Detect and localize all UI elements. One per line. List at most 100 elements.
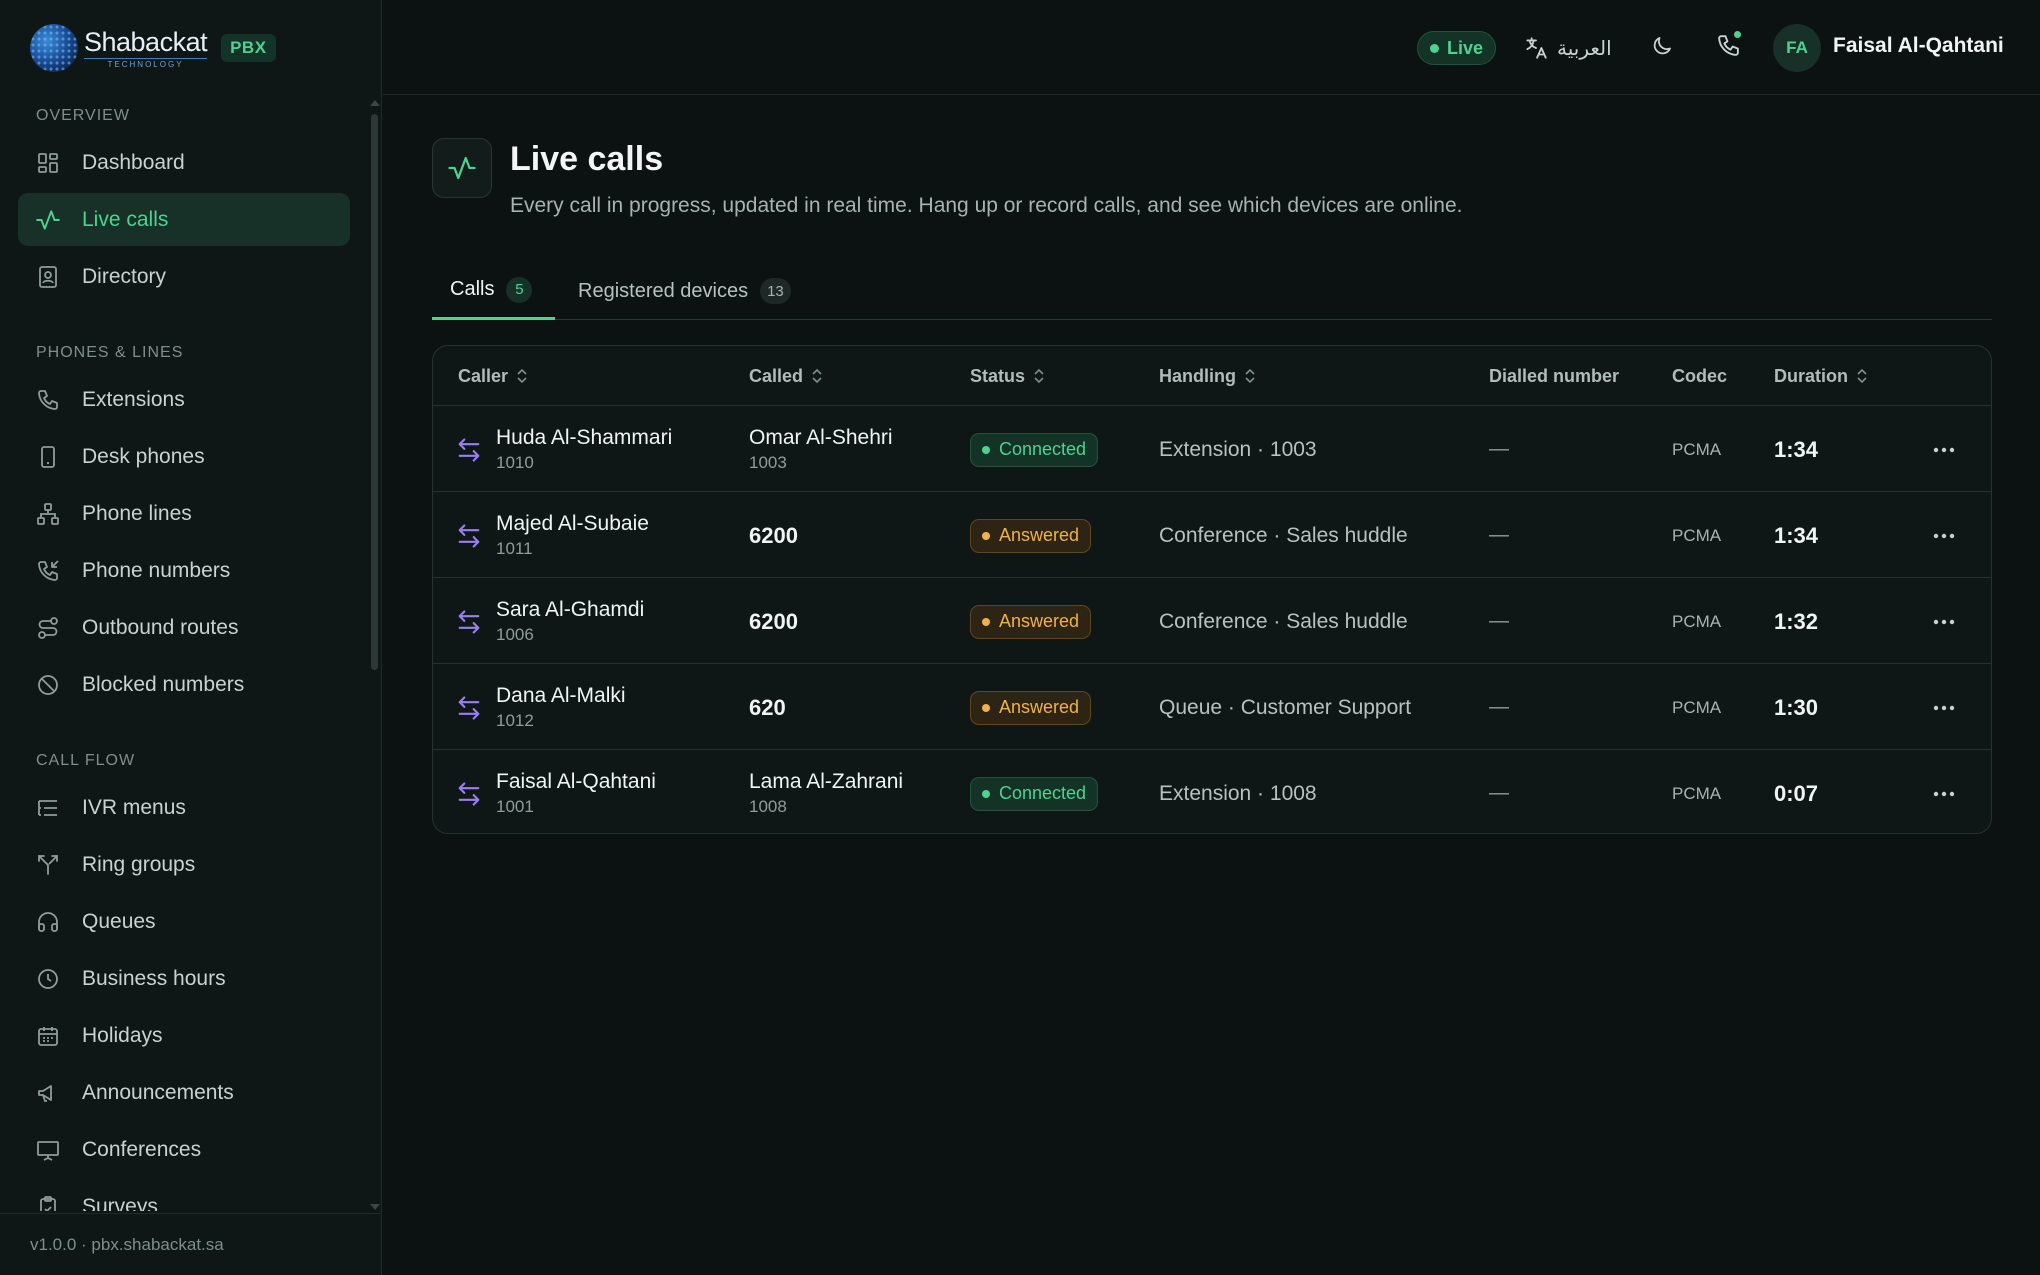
caller-name: Dana Al-Malki	[496, 684, 626, 707]
column-header-status[interactable]: Status	[970, 346, 1045, 406]
live-label: Live	[1447, 37, 1484, 58]
softphone-button[interactable]	[1713, 29, 1743, 63]
handling-text: Conference · Sales huddle	[1159, 523, 1408, 547]
codec-value: PCMA	[1672, 525, 1722, 545]
brand-name: Shabackat	[84, 26, 208, 57]
caller-extension: 1006	[496, 625, 534, 644]
more-actions-icon[interactable]	[1929, 607, 1959, 637]
more-actions-icon[interactable]	[1929, 779, 1959, 809]
nav-section-title: PHONES & LINES	[36, 344, 184, 361]
tab-label: Calls	[450, 278, 495, 300]
status-label: Answered	[999, 697, 1080, 717]
page-activity-icon	[432, 138, 492, 198]
sidebar-scrollbar[interactable]	[370, 100, 380, 1210]
device-icon	[34, 443, 62, 471]
sidebar: Shabackat TECHNOLOGY PBX OVERVIEW Dashbo…	[0, 0, 382, 1275]
table-row[interactable]: Sara Al-Ghamdi 1006 6200 Answered Confer…	[433, 579, 1991, 664]
table-row[interactable]: Faisal Al-Qahtani 1001 Lama Al-Zahrani 1…	[433, 751, 1991, 833]
headphones-icon	[34, 908, 62, 936]
caller-extension: 1010	[496, 453, 534, 472]
sort-icon	[1033, 367, 1045, 385]
called-extension: 1008	[749, 797, 787, 816]
sidebar-item-outbound-routes[interactable]: Outbound routes	[18, 601, 350, 654]
handling-text: Queue · Customer Support	[1159, 695, 1412, 719]
sidebar-item-desk-phones[interactable]: Desk phones	[18, 430, 350, 483]
status-badge: Answered	[970, 604, 1092, 639]
scroll-down-arrow-icon[interactable]	[370, 1204, 380, 1210]
activity-icon	[34, 206, 62, 234]
status-badge: Connected	[970, 776, 1099, 811]
sidebar-item-phone-numbers[interactable]: Phone numbers	[18, 544, 350, 597]
status-dot-icon	[982, 445, 990, 454]
brand-logo[interactable]: Shabackat TECHNOLOGY PBX	[30, 18, 276, 78]
transfer-arrows-icon	[455, 694, 483, 722]
column-header-called[interactable]: Called	[749, 346, 823, 406]
presentation-icon	[34, 1136, 62, 1164]
language-switch-button[interactable]: العربية	[1523, 30, 1612, 66]
caller-name: Majed Al-Subaie	[496, 512, 649, 535]
sidebar-item-label: Announcements	[82, 1080, 234, 1104]
sidebar-item-ivr-menus[interactable]: IVR menus	[18, 781, 350, 834]
codec-cell: PCMA	[1672, 751, 1721, 833]
handling-cell: Conference · Sales huddle	[1159, 493, 1408, 578]
caller-extension: 1001	[496, 797, 534, 816]
sidebar-item-queues[interactable]: Queues	[18, 895, 350, 948]
user-name[interactable]: Faisal Al-Qahtani	[1833, 34, 2004, 58]
dialled-number: —	[1489, 524, 1509, 546]
sidebar-item-blocked-numbers[interactable]: Blocked numbers	[18, 658, 350, 711]
table-row[interactable]: Huda Al-Shammari 1010 Omar Al-Shehri 100…	[433, 407, 1991, 492]
sidebar-item-conferences[interactable]: Conferences	[18, 1123, 350, 1176]
sidebar-item-live-calls[interactable]: Live calls	[18, 193, 350, 246]
sidebar-item-surveys[interactable]: Surveys	[18, 1180, 350, 1211]
phone-icon	[34, 386, 62, 414]
more-actions-icon[interactable]	[1929, 435, 1959, 465]
sidebar-item-phone-lines[interactable]: Phone lines	[18, 487, 350, 540]
more-actions-icon[interactable]	[1929, 693, 1959, 723]
sidebar-item-label: Live calls	[82, 207, 169, 231]
handling-cell: Extension · 1003	[1159, 407, 1317, 492]
scroll-up-arrow-icon[interactable]	[370, 100, 380, 106]
sidebar-item-ring-groups[interactable]: Ring groups	[18, 838, 350, 891]
sidebar-item-business-hours[interactable]: Business hours	[18, 952, 350, 1005]
status-badge: Connected	[970, 432, 1099, 467]
scroll-thumb[interactable]	[371, 114, 378, 670]
sidebar-item-announcements[interactable]: Announcements	[18, 1066, 350, 1119]
codec-cell: PCMA	[1672, 493, 1721, 578]
called-extension: 1003	[749, 453, 787, 472]
sidebar-item-extensions[interactable]: Extensions	[18, 373, 350, 426]
caller-name: Sara Al-Ghamdi	[496, 598, 645, 621]
sidebar-item-dashboard[interactable]: Dashboard	[18, 136, 350, 189]
language-label: العربية	[1557, 37, 1612, 60]
live-dot-icon	[1430, 43, 1439, 53]
table-row[interactable]: Majed Al-Subaie 1011 6200 Answered Confe…	[433, 493, 1991, 578]
duration-value: 1:30	[1774, 694, 1819, 720]
status-badge: Answered	[970, 518, 1092, 553]
brand-pbx-badge: PBX	[221, 34, 276, 62]
sidebar-item-directory[interactable]: Directory	[18, 250, 350, 303]
column-label: Handling	[1159, 365, 1236, 386]
column-header-duration[interactable]: Duration	[1774, 346, 1868, 406]
duration-value: 1:34	[1774, 436, 1819, 462]
sidebar-item-holidays[interactable]: Holidays	[18, 1009, 350, 1062]
more-actions-icon[interactable]	[1929, 521, 1959, 551]
avatar[interactable]: FA	[1773, 24, 1821, 72]
tab-registered-devices[interactable]: Registered devices 13	[578, 262, 791, 320]
live-status-badge: Live	[1417, 31, 1497, 65]
status-badge: Answered	[970, 690, 1092, 725]
live-calls-table: Caller Called Status Handling Dialled nu…	[432, 345, 1992, 834]
handling-text: Extension · 1008	[1159, 781, 1317, 805]
transfer-arrows-icon	[455, 608, 483, 636]
column-header-caller[interactable]: Caller	[458, 346, 528, 406]
column-header-handling[interactable]: Handling	[1159, 346, 1256, 406]
tab-calls[interactable]: Calls 5	[432, 262, 555, 320]
duration-cell: 1:32	[1774, 579, 1818, 664]
caller-name: Huda Al-Shammari	[496, 426, 673, 449]
sidebar-item-label: Blocked numbers	[82, 672, 245, 696]
codec-value: PCMA	[1672, 611, 1722, 631]
dialled-number: —	[1489, 782, 1509, 804]
theme-toggle-button[interactable]	[1647, 33, 1677, 63]
table-row[interactable]: Dana Al-Malki 1012 620 Answered Queue · …	[433, 665, 1991, 750]
sidebar-item-label: Queues	[82, 909, 156, 933]
status-dot-icon	[982, 703, 990, 712]
status-cell: Connected	[970, 407, 1099, 492]
